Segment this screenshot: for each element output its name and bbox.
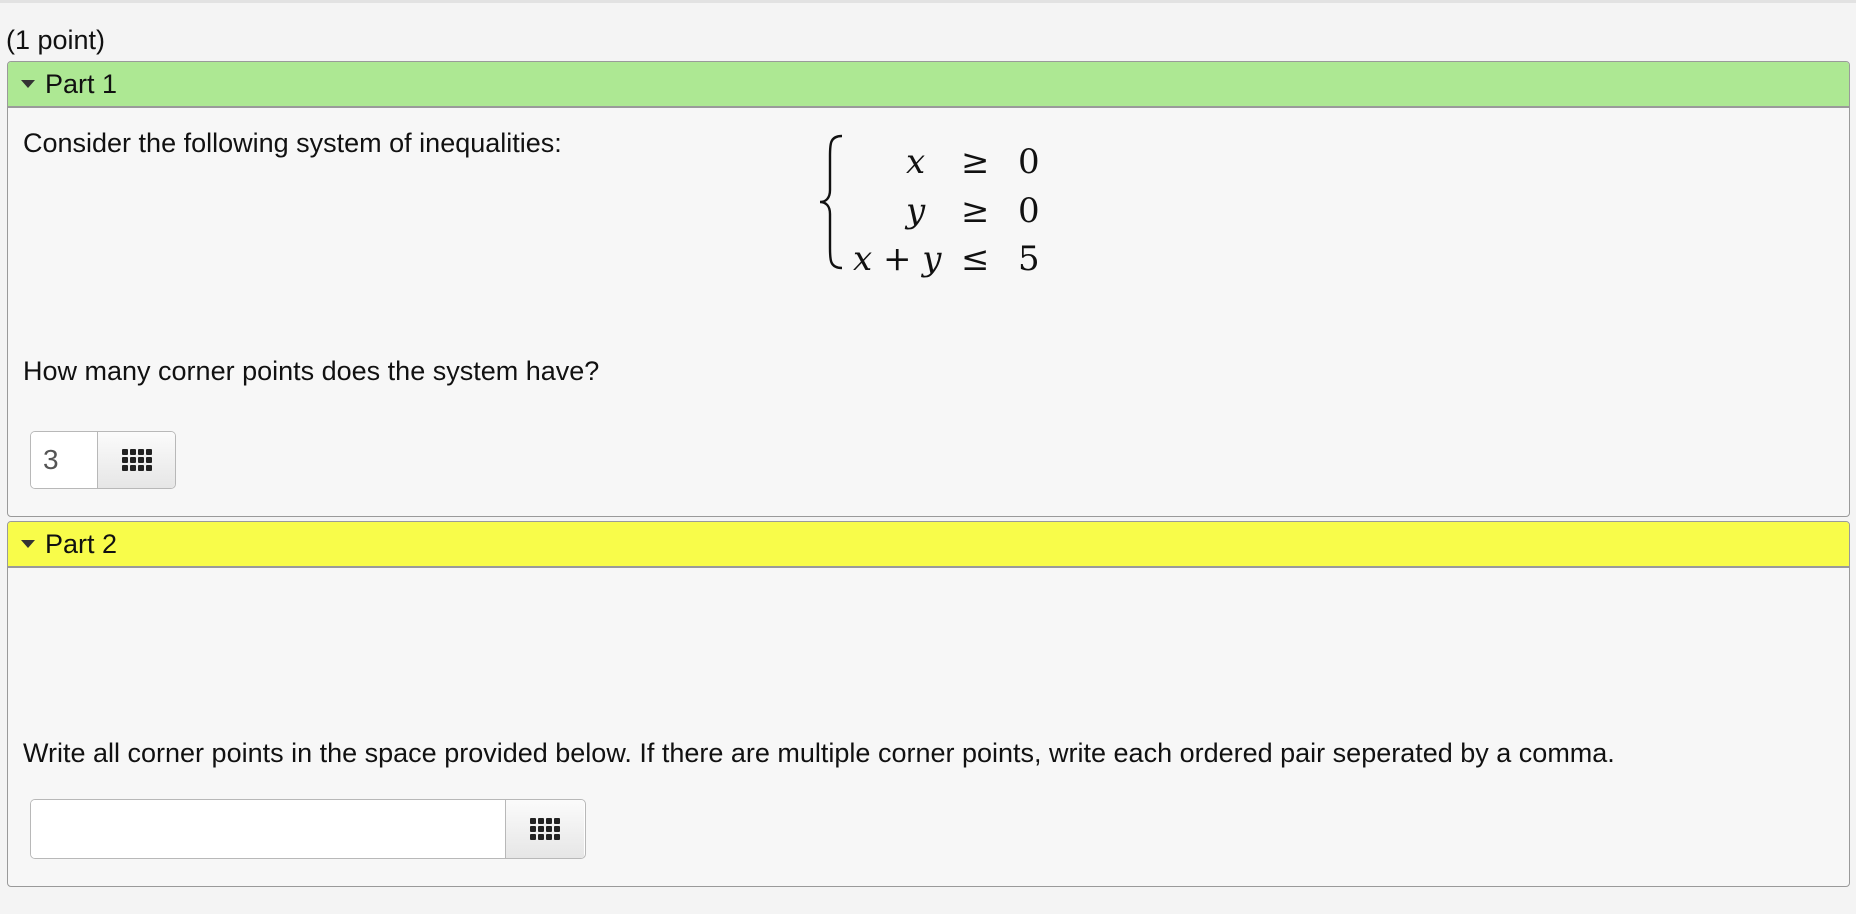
row-1-op: ≥ xyxy=(961,142,990,182)
row-1-rhs: 0 xyxy=(1018,142,1040,182)
part-2-answer-box xyxy=(30,799,586,859)
grid-keypad-icon xyxy=(121,449,152,471)
part-2-instruction: Write all corner points in the space pro… xyxy=(23,738,1615,768)
points-label: (1 point) xyxy=(6,25,106,55)
top-divider xyxy=(0,0,1856,3)
part-1-title: Part 1 xyxy=(45,68,118,99)
part-2-title: Part 2 xyxy=(45,528,118,559)
part-1-keypad-button[interactable] xyxy=(97,432,175,488)
row-3-lhs: x + y xyxy=(853,239,942,279)
corner-points-input[interactable] xyxy=(31,800,505,858)
part-2-keypad-button[interactable] xyxy=(505,800,584,858)
corner-count-input[interactable] xyxy=(31,432,97,488)
inequality-system: x ≥ 0 y ≥ 0 x + y ≤ 5 xyxy=(818,132,1058,342)
part-1-question: How many corner points does the system h… xyxy=(23,356,600,386)
part-2-panel: Part 2 Write all corner points in the sp… xyxy=(7,521,1850,887)
part-1-panel: Part 1 Consider the following system of … xyxy=(7,61,1850,517)
row-3-rhs: 5 xyxy=(1018,239,1040,279)
row-2-rhs: 0 xyxy=(1018,191,1040,231)
part-2-header[interactable]: Part 2 xyxy=(8,522,1849,568)
row-2-lhs: y xyxy=(906,191,926,231)
part-1-intro: Consider the following system of inequal… xyxy=(23,128,562,158)
collapse-triangle-icon[interactable] xyxy=(21,540,35,548)
row-1-lhs: x xyxy=(906,142,926,182)
row-3-op: ≤ xyxy=(961,239,990,279)
row-2-op: ≥ xyxy=(961,191,990,231)
collapse-triangle-icon[interactable] xyxy=(21,80,35,88)
left-brace-icon xyxy=(819,134,843,270)
part-1-header[interactable]: Part 1 xyxy=(8,62,1849,108)
part-1-answer-box xyxy=(30,431,176,489)
grid-keypad-icon xyxy=(530,818,560,840)
